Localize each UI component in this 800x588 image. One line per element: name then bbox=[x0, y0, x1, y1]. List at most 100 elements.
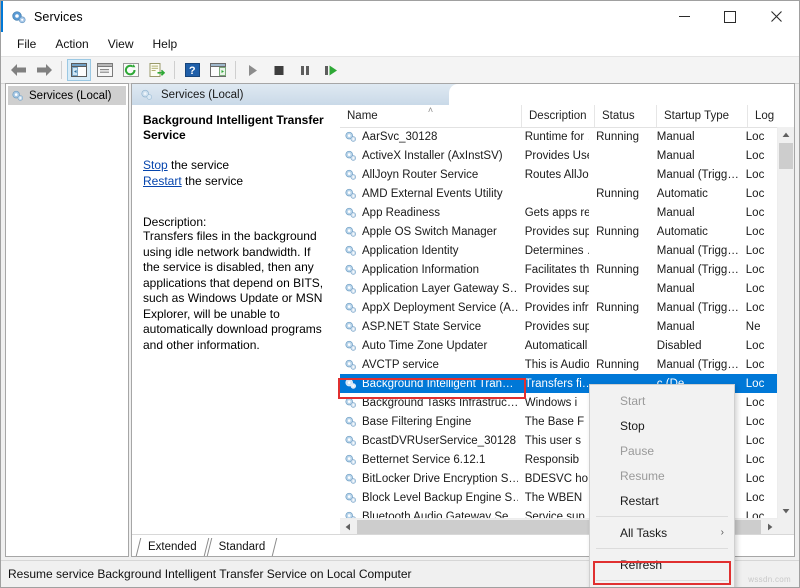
table-row[interactable]: ActiveX Installer (AxInstSV) Provides Us… bbox=[340, 146, 778, 165]
column-header-description[interactable]: Description bbox=[522, 105, 595, 127]
table-row[interactable]: Application Identity Determines … Manual… bbox=[340, 241, 778, 260]
cell-log-on-as: Loc bbox=[739, 435, 778, 447]
scroll-right-button[interactable] bbox=[762, 519, 778, 535]
service-gear-icon bbox=[344, 187, 357, 200]
show-action-pane-button[interactable] bbox=[206, 59, 230, 81]
stop-service-link[interactable]: Stop bbox=[143, 158, 168, 172]
cell-service-name: BcastDVRUserService_30128 bbox=[340, 434, 518, 447]
pause-service-button[interactable] bbox=[293, 59, 317, 81]
maximize-button[interactable] bbox=[707, 1, 753, 32]
table-row[interactable]: App Readiness Gets apps re… Manual Loc bbox=[340, 203, 778, 222]
service-name-label: Base Filtering Engine bbox=[362, 416, 471, 428]
ctx-restart[interactable]: Restart bbox=[590, 488, 734, 513]
pane-header: Services (Local) bbox=[132, 84, 794, 106]
table-row[interactable]: Application Information Facilitates th… … bbox=[340, 260, 778, 279]
ctx-properties[interactable]: Properties bbox=[590, 584, 734, 588]
cell-log-on-as: Loc bbox=[739, 245, 778, 257]
toolbar-separator-2 bbox=[174, 61, 175, 79]
service-name-label: Background Intelligent Tran… bbox=[362, 378, 514, 390]
cell-description: Facilitates th… bbox=[518, 264, 589, 276]
start-service-button[interactable] bbox=[241, 59, 265, 81]
refresh-button[interactable] bbox=[119, 59, 143, 81]
cell-log-on-as: Loc bbox=[739, 378, 778, 390]
description-text: Transfers files in the background using … bbox=[143, 229, 329, 353]
table-row[interactable]: AMD External Events Utility Running Auto… bbox=[340, 184, 778, 203]
context-menu-item-label: Refresh bbox=[620, 558, 662, 572]
forward-button[interactable] bbox=[32, 59, 56, 81]
ctx-resume: Resume bbox=[590, 463, 734, 488]
table-row[interactable]: Application Layer Gateway S… Provides su… bbox=[340, 279, 778, 298]
cell-log-on-as: Loc bbox=[739, 359, 778, 371]
table-row[interactable]: AVCTP service This is Audio… Running Man… bbox=[340, 355, 778, 374]
cell-service-name: Application Layer Gateway S… bbox=[340, 282, 518, 295]
ctx-all-tasks[interactable]: All Tasks› bbox=[590, 520, 734, 545]
cell-log-on-as: Loc bbox=[739, 169, 778, 181]
export-list-button[interactable] bbox=[145, 59, 169, 81]
column-header-status[interactable]: Status bbox=[595, 105, 657, 127]
tab-extended[interactable]: Extended bbox=[136, 538, 207, 556]
cell-status: Running bbox=[589, 188, 650, 200]
table-row[interactable]: ASP.NET State Service Provides sup… Manu… bbox=[340, 317, 778, 336]
cell-startup-type: Manual (Trigg… bbox=[650, 245, 739, 257]
ctx-start: Start bbox=[590, 388, 734, 413]
cell-service-name: Background Tasks Infrastruc… bbox=[340, 396, 518, 409]
table-row[interactable]: AppX Deployment Service (A… Provides inf… bbox=[340, 298, 778, 317]
context-menu-separator bbox=[596, 548, 728, 549]
cell-service-name: App Readiness bbox=[340, 206, 518, 219]
help-button[interactable]: ? bbox=[180, 59, 204, 81]
window-title: Services bbox=[34, 10, 83, 24]
cell-description: Responsib bbox=[518, 454, 589, 466]
menu-file[interactable]: File bbox=[8, 34, 45, 54]
column-header-name[interactable]: ˄ Name bbox=[340, 105, 522, 127]
menu-action[interactable]: Action bbox=[46, 34, 97, 54]
minimize-button[interactable] bbox=[661, 1, 707, 32]
restart-service-button[interactable] bbox=[319, 59, 343, 81]
cell-service-name: Application Information bbox=[340, 263, 518, 276]
column-header-log-on-as[interactable]: Log bbox=[748, 105, 784, 127]
cell-log-on-as: Loc bbox=[739, 131, 778, 143]
watermark: wssdn.com bbox=[748, 575, 791, 584]
pane-header-corner bbox=[449, 84, 794, 105]
tree-item-services-local[interactable]: Services (Local) bbox=[8, 86, 126, 105]
cell-service-name: Apple OS Switch Manager bbox=[340, 225, 518, 238]
service-gear-icon bbox=[344, 358, 357, 371]
ctx-stop[interactable]: Stop bbox=[590, 413, 734, 438]
scroll-up-button[interactable] bbox=[778, 127, 794, 143]
scroll-left-button[interactable] bbox=[340, 519, 356, 535]
restart-service-link[interactable]: Restart bbox=[143, 174, 182, 188]
service-name-label: Application Identity bbox=[362, 245, 459, 257]
menu-view[interactable]: View bbox=[99, 34, 143, 54]
cell-description: Gets apps re… bbox=[518, 207, 589, 219]
table-row[interactable]: AarSvc_30128 Runtime for … Running Manua… bbox=[340, 127, 778, 146]
cell-service-name: Betternet Service 6.12.1 bbox=[340, 453, 518, 466]
table-row[interactable]: Apple OS Switch Manager Provides sup… Ru… bbox=[340, 222, 778, 241]
cell-startup-type: Manual bbox=[650, 207, 739, 219]
tab-standard[interactable]: Standard bbox=[207, 538, 276, 556]
service-gear-icon bbox=[344, 434, 357, 447]
stop-service-button[interactable] bbox=[267, 59, 291, 81]
services-gear-icon bbox=[10, 8, 27, 25]
show-hide-console-tree-button[interactable] bbox=[67, 59, 91, 81]
cell-description: The Base F bbox=[518, 416, 589, 428]
properties-window-button[interactable] bbox=[93, 59, 117, 81]
service-gear-icon bbox=[344, 263, 357, 276]
service-gear-icon bbox=[344, 377, 357, 390]
cell-status: Running bbox=[589, 359, 650, 371]
table-row[interactable]: AllJoyn Router Service Routes AllJo… Man… bbox=[340, 165, 778, 184]
table-row[interactable]: Auto Time Zone Updater Automaticall… Dis… bbox=[340, 336, 778, 355]
vertical-scrollbar[interactable] bbox=[777, 127, 794, 519]
service-name-label: Apple OS Switch Manager bbox=[362, 226, 497, 238]
close-button[interactable] bbox=[753, 1, 799, 32]
service-name-label: AMD External Events Utility bbox=[362, 188, 503, 200]
service-gear-icon bbox=[344, 206, 357, 219]
cell-description: Provides sup… bbox=[518, 226, 589, 238]
cell-description: The WBEN bbox=[518, 492, 589, 504]
chevron-right-icon: › bbox=[721, 527, 724, 538]
column-header-startup-type[interactable]: Startup Type bbox=[657, 105, 748, 127]
ctx-refresh[interactable]: Refresh bbox=[590, 552, 734, 577]
vertical-scroll-thumb[interactable] bbox=[779, 143, 793, 169]
cell-startup-type: Manual (Trigg… bbox=[650, 264, 739, 276]
menu-help[interactable]: Help bbox=[144, 34, 187, 54]
back-button[interactable] bbox=[6, 59, 30, 81]
scroll-down-button[interactable] bbox=[778, 503, 794, 519]
